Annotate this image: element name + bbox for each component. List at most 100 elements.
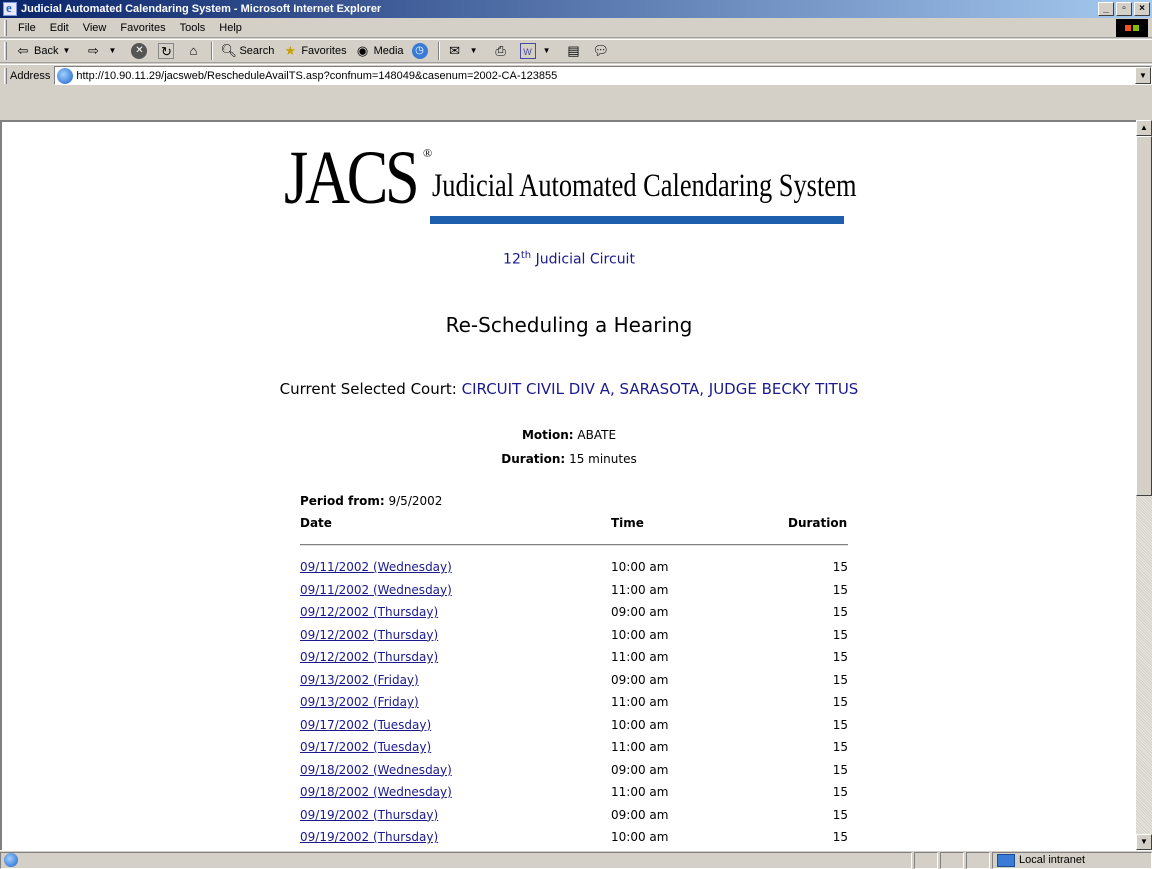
slot-duration: 15 [832, 785, 848, 799]
slot-time: 09:00 am [611, 762, 669, 777]
scroll-up-button[interactable]: ▲ [1136, 120, 1152, 136]
slot-date-link[interactable]: 09/13/2002 (Friday) [300, 695, 419, 709]
slot-time: 11:00 am [611, 785, 669, 799]
toolbar-separator [211, 42, 214, 60]
slot-date-link[interactable]: 09/13/2002 (Friday) [300, 673, 419, 687]
forward-button[interactable]: ⇨ ▼ [81, 40, 127, 62]
address-grip[interactable] [4, 67, 7, 84]
menu-file[interactable]: File [11, 22, 43, 34]
slot-date-link[interactable]: 09/19/2002 (Thursday) [300, 830, 438, 844]
refresh-button[interactable]: ↻ [154, 40, 181, 62]
messenger-button[interactable]: 💬︎ [589, 40, 616, 62]
address-input[interactable]: http://10.90.11.29/jacsweb/RescheduleAva… [54, 66, 1152, 85]
ie-icon [3, 0, 17, 16]
window-title: Judicial Automated Calendaring System - … [21, 3, 382, 15]
address-url[interactable]: http://10.90.11.29/jacsweb/RescheduleAva… [76, 70, 557, 82]
court-label: Current Selected Court: [279, 380, 457, 398]
address-dropdown-button[interactable]: ▼ [1135, 67, 1151, 84]
history-button[interactable]: ◷ [408, 40, 435, 62]
scroll-down-button[interactable]: ▼ [1136, 834, 1152, 850]
duration-value: 15 minutes [569, 452, 637, 466]
intranet-icon [997, 853, 1015, 867]
header-time: Time [611, 516, 644, 530]
discuss-button[interactable]: ▤ [562, 40, 589, 62]
slot-time: 10:00 am [611, 627, 669, 642]
period-label: Period from: [300, 494, 385, 508]
slot-time: 09:00 am [611, 672, 669, 687]
minimize-button[interactable]: _ [1098, 2, 1114, 16]
table-row: 09/13/2002 (Friday) 09:00 am 15 [300, 673, 848, 696]
slot-date-link[interactable]: 09/12/2002 (Thursday) [300, 650, 438, 664]
mail-dropdown-icon[interactable]: ▼ [466, 43, 482, 59]
menu-favorites[interactable]: Favorites [113, 22, 172, 34]
current-court: Current Selected Court: CIRCUIT CIVIL DI… [2, 380, 1136, 398]
forward-arrow-icon: ⇨ [88, 43, 99, 58]
slot-duration: 15 [832, 560, 848, 574]
slot-date-link[interactable]: 09/19/2002 (Thursday) [300, 808, 438, 822]
logo-reg: ® [423, 146, 433, 160]
slot-time: 10:00 am [611, 717, 669, 732]
status-cell [966, 851, 990, 869]
media-label: Media [373, 45, 404, 57]
favorites-button[interactable]: ★ Favorites [278, 40, 350, 62]
menu-edit[interactable]: Edit [43, 22, 76, 34]
back-dropdown-icon[interactable]: ▼ [58, 43, 74, 59]
slot-duration: 15 [832, 807, 848, 822]
table-row: 09/11/2002 (Wednesday) 10:00 am 15 [300, 560, 848, 583]
menu-view[interactable]: View [76, 22, 114, 34]
home-icon: ⌂ [189, 43, 198, 58]
edit-button[interactable]: W ▼ [516, 40, 562, 62]
page-status-icon [4, 853, 18, 867]
vertical-scrollbar[interactable]: ▲ ▼ [1136, 120, 1152, 850]
page-title: Re-Scheduling a Hearing [445, 313, 693, 337]
slot-date-link[interactable]: 09/17/2002 (Tuesday) [300, 740, 431, 754]
period-line: Period from: 9/5/2002 [300, 494, 442, 508]
status-cell [940, 851, 964, 869]
close-button[interactable]: × [1134, 2, 1150, 16]
zone-label: Local intranet [1019, 854, 1086, 866]
toolbar-grip[interactable] [4, 42, 7, 60]
slot-date-link[interactable]: 09/17/2002 (Tuesday) [300, 718, 431, 732]
slot-time: 10:00 am [611, 560, 669, 574]
maximize-button[interactable]: ▫ [1116, 2, 1132, 16]
back-label: Back [34, 45, 59, 57]
table-row: 09/12/2002 (Thursday) 10:00 am 15 [300, 628, 848, 651]
table-row: 09/18/2002 (Wednesday) 11:00 am 15 [300, 785, 848, 808]
stop-icon: ✕ [131, 43, 148, 59]
back-button[interactable]: ⇦ Back ▼ [11, 40, 81, 62]
print-button[interactable]: ⎙ [489, 40, 516, 62]
period-value: 9/5/2002 [388, 494, 443, 508]
scroll-thumb[interactable] [1136, 136, 1152, 496]
title-bar[interactable]: Judicial Automated Calendaring System - … [0, 0, 1152, 18]
mail-button[interactable]: ✉ ▼ [443, 40, 489, 62]
home-button[interactable]: ⌂ [181, 40, 208, 62]
slot-duration: 15 [832, 762, 848, 777]
stop-button[interactable]: ✕ [127, 40, 154, 62]
menu-tools[interactable]: Tools [173, 22, 213, 34]
circuit-heading: 12th Judicial Circuit [2, 250, 1136, 268]
favorites-label: Favorites [301, 45, 347, 57]
slot-duration: 15 [832, 582, 848, 597]
table-row: 09/18/2002 (Wednesday) 09:00 am 15 [300, 763, 848, 786]
slot-date-link[interactable]: 09/11/2002 (Wednesday) [300, 560, 452, 574]
slot-time: 09:00 am [611, 807, 669, 822]
edit-dropdown-icon[interactable]: ▼ [539, 43, 555, 59]
print-icon: ⎙ [495, 43, 506, 58]
slot-date-link[interactable]: 09/18/2002 (Wednesday) [300, 785, 452, 799]
forward-dropdown-icon[interactable]: ▼ [104, 43, 120, 59]
slot-date-link[interactable]: 09/11/2002 (Wednesday) [300, 583, 452, 597]
slot-date-link[interactable]: 09/18/2002 (Wednesday) [300, 763, 452, 777]
slot-time: 11:00 am [611, 582, 669, 597]
menu-grip[interactable] [4, 19, 7, 36]
slot-date-link[interactable]: 09/12/2002 (Thursday) [300, 628, 438, 642]
menu-help[interactable]: Help [212, 22, 249, 34]
media-icon: ◉ [356, 43, 369, 58]
media-button[interactable]: ◉ Media [351, 40, 408, 62]
search-label: Search [239, 45, 275, 57]
mail-icon: ✉ [449, 43, 460, 58]
slot-date-link[interactable]: 09/12/2002 (Thursday) [300, 605, 438, 619]
slot-duration: 15 [832, 830, 848, 844]
slot-duration: 15 [832, 717, 848, 732]
slot-duration: 15 [832, 695, 848, 709]
search-button[interactable]: 🔍︎ Search [216, 40, 278, 62]
